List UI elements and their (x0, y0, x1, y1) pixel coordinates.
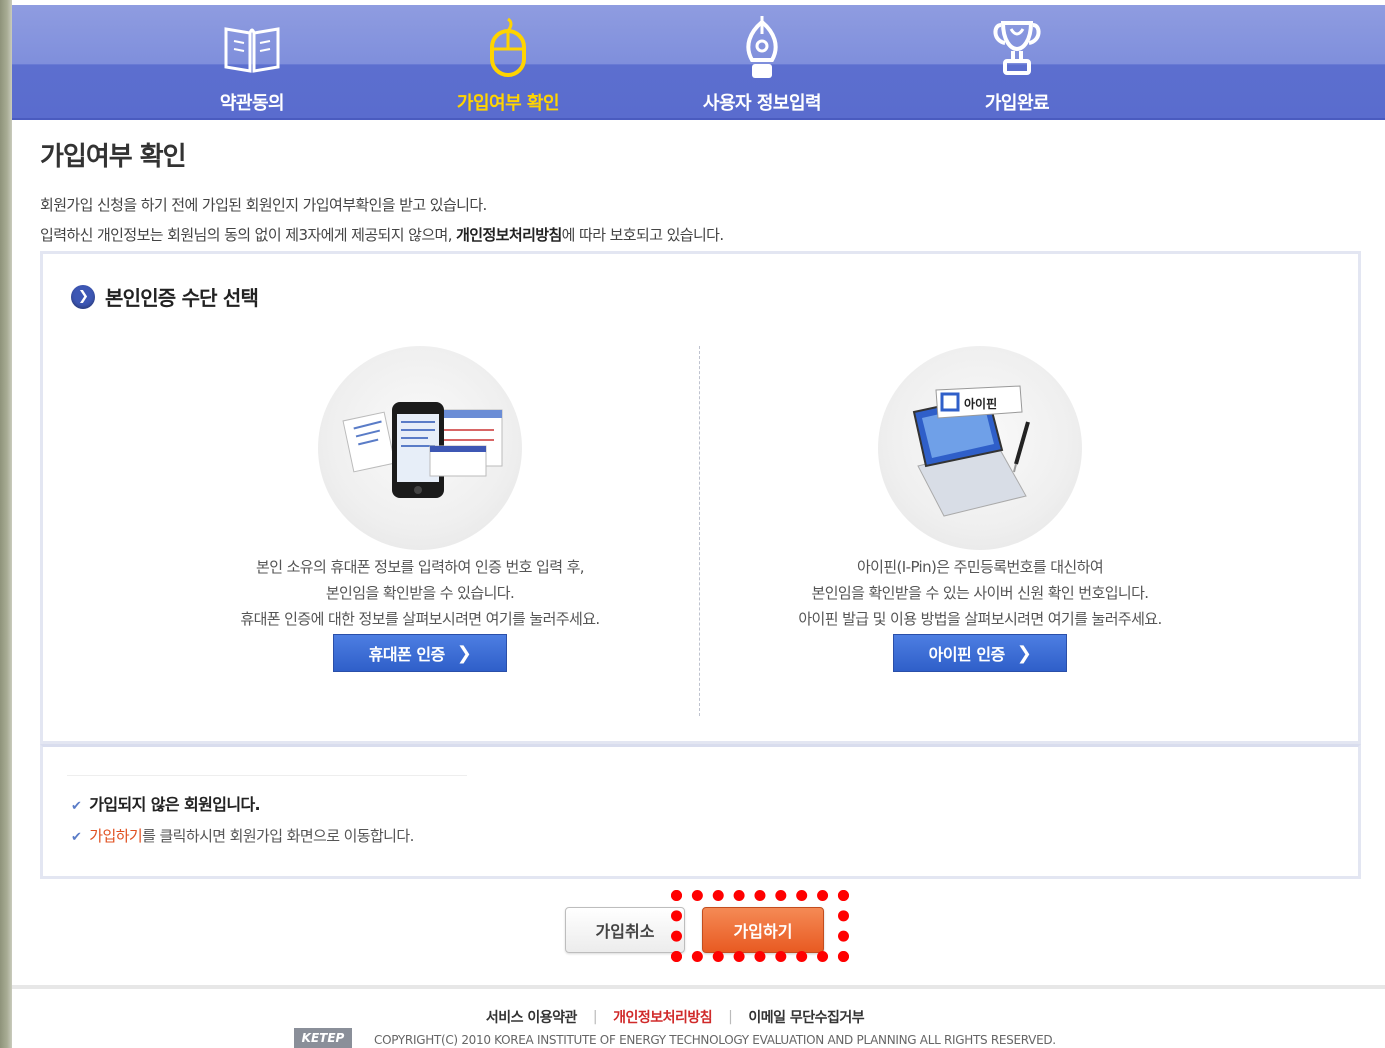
chevron-right-icon: ❯ (71, 284, 95, 309)
ipin-illustration: 아이핀 (878, 346, 1082, 550)
ketep-logo: KETEP (294, 1028, 352, 1048)
ipin-desc-line-3[interactable]: 아이핀 발급 및 이용 방법을 살펴보시려면 여기를 눌러주세요. (700, 606, 1260, 632)
step-label: 가입완료 (984, 93, 1050, 114)
intro-text-2: 입력하신 개인정보는 회원님의 동의 없이 제3자에게 제공되지 않으며, 개인… (40, 224, 724, 245)
window-left-edge (0, 0, 12, 1048)
step-label: 사용자 정보입력 (702, 93, 822, 114)
phone-illustration (318, 346, 522, 550)
book-icon (152, 15, 352, 79)
cancel-signup-button[interactable]: 가입취소 (565, 907, 685, 953)
footer-link-privacy[interactable]: 개인정보처리방침 (613, 1007, 713, 1027)
join-guide-suffix: 를 클릭하시면 회원가입 화면으로 이동합니다. (142, 827, 414, 845)
chevron-right-icon: ❯ (456, 642, 472, 664)
phone-auth-button-label: 휴대폰 인증 (368, 645, 446, 664)
ipin-auth-button-label: 아이핀 인증 (928, 645, 1006, 664)
auth-section-title-text: 본인인증 수단 선택 (105, 286, 259, 310)
membership-result-notice: ✔ 가입되지 않은 회원입니다. ✔ 가입하기를 클릭하시면 회원가입 화면으로 이… (40, 744, 1361, 879)
signup-step-bar: 약관동의 가입여부 확인 사용자 정보입력 가입완료 (12, 0, 1385, 120)
ipin-auth-button[interactable]: 아이핀 인증 ❯ (893, 634, 1067, 672)
footer-link-email-refusal[interactable]: 이메일 무단수집거부 (748, 1007, 864, 1027)
ipin-desc-line-1: 아이핀(I-Pin)은 주민등록번호를 대신하여 (856, 558, 1104, 576)
copyright-text: COPYRIGHT(C) 2010 KOREA INSTITUTE OF ENE… (374, 1033, 1056, 1047)
check-icon: ✔ (71, 799, 82, 814)
phone-desc-line-2: 본인임을 확인받을 수 있습니다. (325, 584, 515, 602)
mouse-icon (408, 15, 608, 79)
phone-auth-description: 본인 소유의 휴대폰 정보를 입력하여 인증 번호 입력 후, 본인임을 확인받… (140, 554, 700, 632)
footer-separator: | (592, 1009, 598, 1025)
phone-auth-button[interactable]: 휴대폰 인증 ❯ (333, 634, 507, 672)
intro-text-2-suffix: 에 따라 보호되고 있습니다. (561, 226, 724, 244)
step-user-info: 사용자 정보입력 (662, 15, 862, 115)
ipin-image-text: 아이핀 (964, 396, 997, 411)
pen-nib-icon (662, 15, 862, 79)
step-terms: 약관동의 (152, 15, 352, 115)
not-member-message: ✔ 가입되지 않은 회원입니다. (71, 791, 261, 815)
auth-section-title: ❯ 본인인증 수단 선택 (71, 282, 259, 311)
highlight-box (671, 890, 849, 962)
intro-text-2-prefix: 입력하신 개인정보는 회원님의 동의 없이 제3자에게 제공되지 않으며, (40, 226, 457, 244)
join-guide-message: ✔ 가입하기를 클릭하시면 회원가입 화면으로 이동합니다. (71, 825, 414, 846)
footer-links: 서비스 이용약관 | 개인정보처리방침 | 이메일 무단수집거부 (460, 1007, 890, 1027)
auth-method-box: ❯ 본인인증 수단 선택 본인 소유의 휴대폰 정보를 입력하여 인증 번호 입… (40, 251, 1361, 744)
ipin-auth-option: 아이핀 아이핀(I-Pin)은 주민등록번호를 대신하여 본인임을 확인받을 수… (700, 346, 1260, 672)
check-icon: ✔ (71, 830, 82, 845)
join-link[interactable]: 가입하기 (89, 827, 142, 845)
intro-text-1: 회원가입 신청을 하기 전에 가입된 회원인지 가입여부확인을 받고 있습니다. (40, 196, 487, 214)
phone-desc-line-3[interactable]: 휴대폰 인증에 대한 정보를 살펴보시려면 여기를 눌러주세요. (140, 606, 700, 632)
notice-separator (67, 775, 467, 776)
phone-auth-option: 본인 소유의 휴대폰 정보를 입력하여 인증 번호 입력 후, 본인임을 확인받… (140, 346, 700, 672)
trophy-icon (917, 15, 1117, 79)
step-label: 가입여부 확인 (456, 93, 560, 114)
step-check-membership: 가입여부 확인 (408, 15, 608, 115)
footer-link-terms[interactable]: 서비스 이용약관 (486, 1007, 578, 1027)
ipin-desc-line-2: 본인임을 확인받을 수 있는 사이버 신원 확인 번호입니다. (811, 584, 1150, 602)
footer-divider (12, 985, 1385, 989)
step-complete: 가입완료 (917, 15, 1117, 115)
privacy-policy-text: 개인정보처리방침 (456, 226, 562, 244)
footer-separator: | (728, 1009, 733, 1025)
phone-desc-line-1: 본인 소유의 휴대폰 정보를 입력하여 인증 번호 입력 후, (256, 558, 585, 576)
not-member-text: 가입되지 않은 회원입니다. (89, 795, 261, 814)
chevron-right-icon: ❯ (1016, 642, 1032, 664)
ipin-auth-description: 아이핀(I-Pin)은 주민등록번호를 대신하여 본인임을 확인받을 수 있는 … (700, 554, 1260, 632)
page-title: 가입여부 확인 (40, 142, 187, 172)
step-label: 약관동의 (219, 93, 285, 114)
